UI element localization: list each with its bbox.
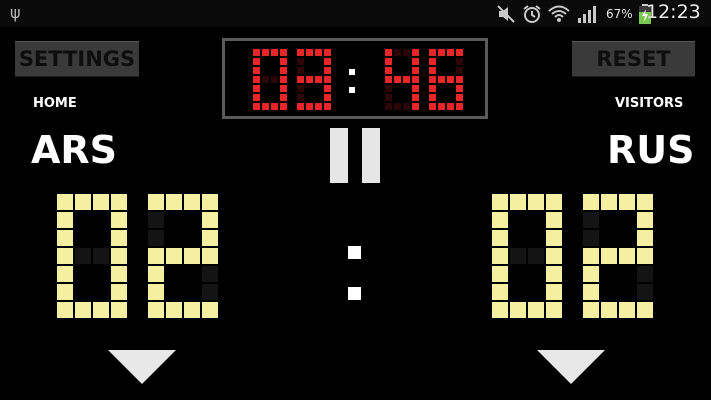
home-score-digit-0-unlit-cell	[75, 248, 91, 264]
home-score-digit-0-lit-cell	[111, 194, 127, 210]
visitors-score-digit-1-lit-cell	[601, 194, 617, 210]
visitors-score-digit-1-unlit-cell	[637, 284, 653, 300]
home-score-digit-1-lit-cell	[148, 194, 164, 210]
visitors-score-digit-0-lit-cell	[528, 302, 544, 318]
visitors-score-digit-1-lit-cell	[637, 230, 653, 246]
visitors-score-digit-1-lit-cell	[583, 302, 599, 318]
score-display	[57, 194, 653, 318]
visitors-score-digit-1-lit-cell	[583, 194, 599, 210]
home-score-digit-0-lit-cell	[57, 284, 73, 300]
home-score-digit-0-lit-cell	[93, 302, 109, 318]
home-score-digit-1-lit-cell	[148, 302, 164, 318]
home-score-digit-1-lit-cell	[202, 194, 218, 210]
visitors-score-digit-0-unlit-cell	[528, 248, 544, 264]
home-score-digit-0-lit-cell	[75, 302, 91, 318]
home-score-digit-1-lit-cell	[148, 266, 164, 282]
home-score-digit-0-lit-cell	[111, 212, 127, 228]
home-score-digit-0-lit-cell	[57, 230, 73, 246]
score-colon-top	[348, 246, 361, 259]
home-score-digit-1-lit-cell	[202, 212, 218, 228]
home-score-digit-1-lit-cell	[166, 302, 182, 318]
visitors-score-digit-1-lit-cell	[583, 284, 599, 300]
home-score-digit-0-lit-cell	[111, 230, 127, 246]
visitors-score-digit-0-lit-cell	[528, 194, 544, 210]
home-score-digit-0-lit-cell	[57, 212, 73, 228]
visitors-score-digit-1-lit-cell	[637, 212, 653, 228]
home-score-digit-0-lit-cell	[111, 248, 127, 264]
visitors-score-digit-0-lit-cell	[492, 194, 508, 210]
home-score-digit-1-lit-cell	[148, 248, 164, 264]
home-score-digit-1-unlit-cell	[148, 230, 164, 246]
visitors-score-digit-0-lit-cell	[492, 230, 508, 246]
visitors-score-digit-1-lit-cell	[583, 266, 599, 282]
visitors-score-digit-1-lit-cell	[637, 302, 653, 318]
home-score-digit-1-lit-cell	[202, 302, 218, 318]
home-score-digit-0-lit-cell	[57, 248, 73, 264]
home-score-digit-1-lit-cell	[148, 284, 164, 300]
visitors-score-digit-1-lit-cell	[619, 248, 635, 264]
visitors-score-digit-0-lit-cell	[546, 230, 562, 246]
visitors-score-digit-0-lit-cell	[546, 194, 562, 210]
visitors-score[interactable]	[492, 194, 653, 318]
home-score-digit-0-lit-cell	[57, 302, 73, 318]
home-score-digit-0-lit-cell	[57, 266, 73, 282]
visitors-score-digit-1-lit-cell	[601, 248, 617, 264]
decrease-home-arrow-icon[interactable]	[108, 350, 176, 384]
home-score-digit-0-lit-cell	[111, 284, 127, 300]
visitors-score-digit-0-lit-cell	[492, 284, 508, 300]
home-score-digit-0-lit-cell	[111, 302, 127, 318]
home-score-digit-0-lit-cell	[57, 194, 73, 210]
visitors-score-digit-0-lit-cell	[510, 302, 526, 318]
home-score-digit-1-lit-cell	[184, 302, 200, 318]
visitors-score-digit-0-lit-cell	[546, 248, 562, 264]
score-colon-bottom	[348, 287, 361, 300]
visitors-score-digit-0-lit-cell	[546, 212, 562, 228]
visitors-score-digit-0-lit-cell	[492, 248, 508, 264]
home-score-digit-0-lit-cell	[75, 194, 91, 210]
visitors-score-digit-0-lit-cell	[546, 284, 562, 300]
visitors-score-digit-1-unlit-cell	[637, 266, 653, 282]
home-score-digit-1-unlit-cell	[148, 212, 164, 228]
visitors-score-digit-0-unlit-cell	[510, 248, 526, 264]
home-score-digit-0-lit-cell	[111, 266, 127, 282]
home-score-digit-1-lit-cell	[184, 248, 200, 264]
visitors-score-digit-0-lit-cell	[510, 194, 526, 210]
visitors-score-digit-1-lit-cell	[637, 194, 653, 210]
visitors-score-digit-1-lit-cell	[619, 194, 635, 210]
visitors-score-digit-0-lit-cell	[492, 212, 508, 228]
visitors-score-digit-0-lit-cell	[492, 266, 508, 282]
decrease-visitors-arrow-icon[interactable]	[537, 350, 605, 384]
home-score-digit-1-lit-cell	[166, 248, 182, 264]
home-score-digit-1-lit-cell	[166, 194, 182, 210]
visitors-score-digit-1-lit-cell	[583, 248, 599, 264]
home-score-digit-1-lit-cell	[202, 248, 218, 264]
visitors-score-digit-0-lit-cell	[546, 266, 562, 282]
home-score-digit-1-lit-cell	[184, 194, 200, 210]
visitors-score-digit-1-lit-cell	[601, 302, 617, 318]
visitors-score-digit-1-unlit-cell	[583, 212, 599, 228]
home-score-digit-0-lit-cell	[93, 194, 109, 210]
visitors-score-digit-0-lit-cell	[492, 302, 508, 318]
visitors-score-digit-1-unlit-cell	[583, 230, 599, 246]
home-score-digit-1-unlit-cell	[202, 284, 218, 300]
home-score-digit-0-unlit-cell	[93, 248, 109, 264]
home-score[interactable]	[57, 194, 218, 318]
visitors-score-digit-0-lit-cell	[546, 302, 562, 318]
home-score-digit-1-unlit-cell	[202, 266, 218, 282]
visitors-score-digit-1-lit-cell	[619, 302, 635, 318]
home-score-digit-1-lit-cell	[202, 230, 218, 246]
visitors-score-digit-1-lit-cell	[637, 248, 653, 264]
